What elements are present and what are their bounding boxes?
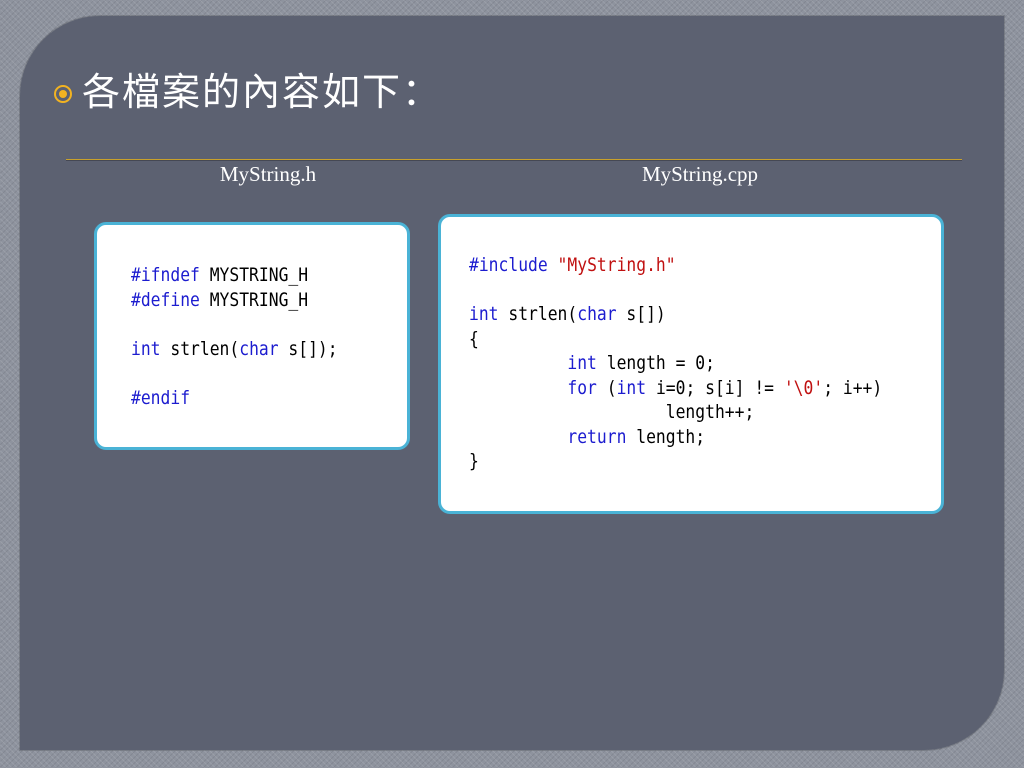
code-keyword: return <box>567 425 627 448</box>
code-keyword: #ifndef <box>131 264 200 286</box>
code-card-header: #ifndef MYSTRING_H #define MYSTRING_Hint … <box>94 222 410 450</box>
code-text: length; <box>626 425 706 448</box>
code-text: MYSTRING_H <box>199 264 309 286</box>
code-text: strlen( <box>498 303 578 325</box>
code-line: for (int i=0; s[i] != '\0'; i++) <box>469 376 882 401</box>
bullet-row: 各檔案的內容如下： <box>54 62 442 122</box>
code-text: MYSTRING_H <box>199 288 309 311</box>
code-line: length++; <box>469 400 882 425</box>
code-line: int strlen(char s[]); <box>131 337 338 362</box>
bullet-icon <box>54 85 72 103</box>
code-keyword: #define <box>131 288 200 311</box>
file-label-header: MyString.h <box>219 162 317 186</box>
code-line: int strlen(char s[]) <box>469 302 882 327</box>
code-keyword: char <box>577 303 617 325</box>
code-text: length++; <box>469 401 755 423</box>
code-line: { <box>469 327 882 352</box>
code-text: s[]); <box>278 337 338 360</box>
code-line: return length; <box>469 425 882 450</box>
code-line: #include "MyString.h" <box>469 253 882 278</box>
code-string: '\0' <box>783 376 824 399</box>
code-string: "MyString.h" <box>557 254 676 276</box>
code-text: length = 0; <box>596 352 715 374</box>
code-keyword: int <box>131 337 161 360</box>
code-text: i=0; s[i] != <box>646 376 784 399</box>
code-text: s[]) <box>616 303 666 325</box>
code-card-source: #include "MyString.h" int strlen(char s[]… <box>438 214 944 514</box>
code-text: { <box>469 327 479 350</box>
code-keyword: int <box>567 352 597 374</box>
code-line: #endif <box>131 386 338 411</box>
code-keyword: #include <box>469 254 548 276</box>
code-text: strlen( <box>160 337 240 360</box>
code-keyword: char <box>239 337 279 360</box>
code-block-header: #ifndef MYSTRING_H #define MYSTRING_Hint … <box>131 263 338 410</box>
code-keyword: int <box>469 303 499 325</box>
slide-heading: 各檔案的內容如下： <box>82 70 443 114</box>
code-text: } <box>469 450 479 472</box>
code-keyword: int <box>616 376 647 399</box>
code-line: #ifndef MYSTRING_H <box>131 263 338 288</box>
code-text: ; i++) <box>823 376 883 399</box>
code-text: ( <box>596 376 617 399</box>
code-line: #define MYSTRING_H <box>131 288 338 313</box>
code-block-source: #include "MyString.h" int strlen(char s[]… <box>469 253 882 474</box>
file-label-source: MyString.cpp <box>641 162 759 186</box>
code-line: int length = 0; <box>469 351 882 376</box>
code-keyword: #endif <box>131 386 191 409</box>
code-line: } <box>469 449 882 474</box>
code-keyword: for <box>567 376 597 399</box>
